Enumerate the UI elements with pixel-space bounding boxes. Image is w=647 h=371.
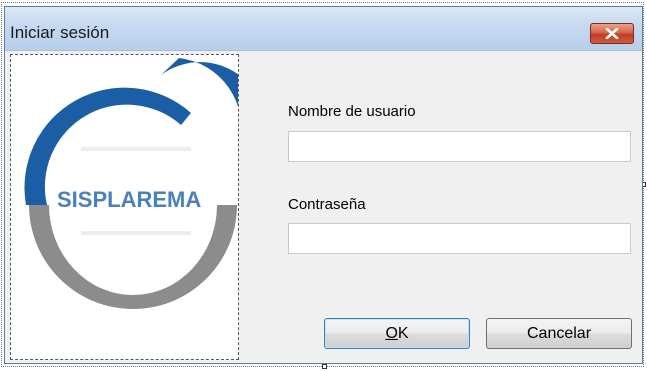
title-bar[interactable]: Iniciar sesión: [5, 7, 642, 51]
canvas: Iniciar sesión SISPLAREMA Nombre de usua…: [0, 0, 647, 371]
ok-button-label: OK: [385, 324, 409, 342]
logo-picture: SISPLAREMA: [10, 54, 239, 360]
cancel-button[interactable]: Cancelar: [486, 318, 632, 349]
dialog-body: SISPLAREMA Nombre de usuario Contraseña …: [5, 51, 642, 363]
username-label: Nombre de usuario: [288, 103, 416, 120]
close-icon: [605, 28, 619, 39]
logo-text: SISPLAREMA: [57, 187, 202, 212]
ok-button[interactable]: OK: [324, 318, 470, 349]
window-title: Iniciar sesión: [10, 23, 110, 42]
username-input[interactable]: [288, 131, 631, 162]
close-button[interactable]: [590, 23, 634, 44]
password-input[interactable]: [288, 223, 631, 254]
login-dialog: Iniciar sesión SISPLAREMA Nombre de usua…: [4, 6, 643, 364]
resize-handle-bottom[interactable]: [322, 364, 327, 369]
cancel-button-label: Cancelar: [526, 324, 592, 342]
password-label: Contraseña: [288, 196, 366, 213]
